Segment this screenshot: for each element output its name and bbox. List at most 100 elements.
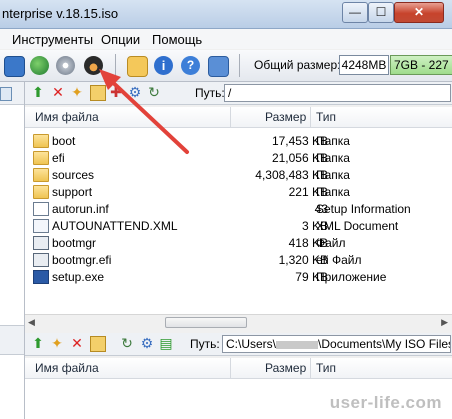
menu-tools[interactable]: Инструменты (12, 32, 93, 47)
image-path-field[interactable]: / (224, 84, 451, 102)
horizontal-scrollbar[interactable]: ◀ ▶ (25, 314, 452, 329)
left-tree-pane (0, 82, 25, 419)
file-type: Папка (316, 134, 350, 148)
system-file-icon (33, 236, 49, 250)
column-divider (230, 107, 231, 127)
table-row[interactable]: bootmgr 418 KB Файл (25, 234, 452, 251)
delete-icon[interactable]: ✕ (70, 336, 84, 350)
folder-icon (33, 185, 49, 199)
menu-options[interactable]: Опции (101, 32, 140, 47)
blurred-username (276, 340, 319, 349)
image-pane-toolbar: ⬆ ✕ ✦ ✚ ⚙ ↻ Путь: / (25, 82, 452, 105)
table-row[interactable]: AUTOUNATTEND.XML 3 KB XML Document (25, 217, 452, 234)
info-icon[interactable]: i (154, 56, 173, 75)
add-file-icon[interactable] (127, 56, 148, 77)
rename-icon[interactable] (90, 336, 106, 352)
minimize-button[interactable]: — (342, 2, 368, 23)
col-size[interactable]: Размер (265, 361, 306, 375)
properties-icon[interactable]: ✚ (109, 85, 123, 99)
file-name: support (52, 185, 93, 199)
total-size-value: 4248MB (339, 55, 389, 75)
title-bar: nterprise v.18.15.iso — ☐ ✕ (0, 0, 452, 29)
scroll-right-icon[interactable]: ▶ (441, 317, 448, 328)
watermark: user-life.com (329, 393, 442, 412)
path-label: Путь: (190, 337, 220, 351)
menu-bar: Инструменты Опции Помощь (0, 29, 452, 49)
page-icon[interactable] (0, 87, 12, 101)
table-row[interactable]: autorun.inf 43 Setup Information (25, 200, 452, 217)
image-list-header: Имя файла Размер Тип (25, 107, 452, 128)
folder-icon (33, 151, 49, 165)
system-file-icon (33, 253, 49, 267)
file-type: Setup Information (316, 202, 411, 216)
path-start: C:\Users\ (226, 337, 277, 351)
table-row[interactable]: setup.exe 79 KB Приложение (25, 268, 452, 285)
col-size[interactable]: Размер (265, 110, 306, 124)
local-pane-toolbar: ⬆ ✦ ✕ ↻ ⚙ ▤ Путь: C:\Users\ \Documents\My… (25, 333, 452, 356)
file-type: Папка (316, 185, 350, 199)
xml-file-icon (33, 219, 49, 233)
file-type: Файл (316, 236, 346, 250)
setup-info-file-icon (33, 202, 49, 216)
maximize-button[interactable]: ☐ (368, 2, 394, 23)
table-row[interactable]: bootmgr.efi 1,320 KB efi Файл (25, 251, 452, 268)
file-name: boot (52, 134, 76, 148)
burn-icon[interactable] (56, 56, 75, 75)
col-filename[interactable]: Имя файла (35, 361, 99, 375)
settings-gear-icon[interactable]: ⚙ (128, 85, 142, 99)
col-filename[interactable]: Имя файла (35, 110, 99, 124)
path-label: Путь: (195, 86, 225, 100)
capacity-dropdown[interactable]: 7GB - 227 (390, 55, 452, 75)
file-name: bootmgr.efi (52, 253, 112, 267)
refresh-icon[interactable]: ↻ (147, 85, 161, 99)
disc-globe-icon[interactable] (30, 56, 49, 75)
help-icon[interactable]: ? (181, 56, 200, 75)
file-type: XML Document (316, 219, 399, 233)
up-arrow-icon[interactable]: ⬆ (31, 336, 45, 350)
up-arrow-icon[interactable]: ⬆ (31, 85, 45, 99)
main-toolbar: i ? Общий размер: 4248MB 7GB - 227 (0, 50, 452, 82)
file-type: efi Файл (316, 253, 362, 267)
column-divider (310, 358, 311, 378)
page-icon[interactable]: ▤ (159, 336, 173, 350)
refresh-icon[interactable]: ↻ (120, 336, 134, 350)
file-name: setup.exe (52, 270, 105, 284)
file-name: autorun.inf (52, 202, 109, 216)
delete-icon[interactable]: ✕ (51, 85, 65, 99)
exit-icon[interactable] (208, 56, 229, 77)
menu-help[interactable]: Помощь (152, 32, 202, 47)
table-row[interactable]: efi 21,056 KB Папка (25, 149, 452, 166)
left-pane-divider (0, 325, 24, 355)
new-folder-icon[interactable]: ✦ (50, 336, 64, 350)
scroll-thumb[interactable] (165, 317, 247, 328)
file-type: Приложение (316, 270, 387, 284)
column-divider (230, 358, 231, 378)
burn-glasses-icon[interactable] (84, 56, 103, 75)
file-name: bootmgr (52, 236, 97, 250)
rename-icon[interactable] (90, 85, 106, 101)
image-file-list: boot 17,453 KB Папка efi 21,056 KB Папка… (25, 128, 452, 314)
total-size-label: Общий размер: (254, 58, 341, 72)
toolbar-separator (115, 54, 116, 77)
application-icon (33, 270, 49, 284)
local-list-header: Имя файла Размер Тип (25, 358, 452, 379)
col-type[interactable]: Тип (316, 361, 336, 375)
file-name: AUTOUNATTEND.XML (52, 219, 178, 233)
col-type[interactable]: Тип (316, 110, 336, 124)
table-row[interactable]: sources 4,308,483 KB Папка (25, 166, 452, 183)
column-divider (310, 107, 311, 127)
window-title: nterprise v.18.15.iso (2, 6, 119, 21)
local-path-field[interactable]: C:\Users\ \Documents\My ISO Files (222, 335, 451, 353)
table-row[interactable]: support 221 KB Папка (25, 183, 452, 200)
toolbar-separator (239, 54, 240, 77)
new-folder-icon[interactable]: ✦ (70, 85, 84, 99)
folder-icon (33, 134, 49, 148)
close-button[interactable]: ✕ (394, 2, 444, 23)
mount-icon[interactable] (4, 56, 25, 77)
table-row[interactable]: boot 17,453 KB Папка (25, 132, 452, 149)
scroll-left-icon[interactable]: ◀ (28, 317, 35, 328)
folder-icon (33, 168, 49, 182)
file-type: Папка (316, 151, 350, 165)
settings-gear-icon[interactable]: ⚙ (140, 336, 154, 350)
path-rest: \Documents\My ISO Files (318, 337, 451, 351)
